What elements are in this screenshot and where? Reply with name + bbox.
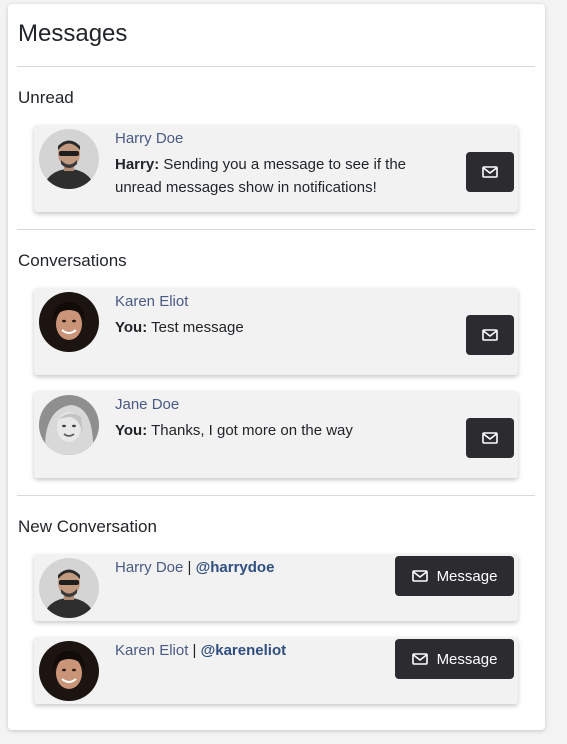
contact-handle[interactable]: @kareneliot xyxy=(201,642,287,659)
avatar xyxy=(39,641,99,701)
open-message-button[interactable] xyxy=(466,152,514,192)
section-title-unread: Unread xyxy=(18,88,74,107)
message-preview: You: Test message xyxy=(115,316,415,339)
contact-card: Karen Eliot | @kareneliot Message xyxy=(34,637,518,704)
message-button[interactable]: Message xyxy=(395,639,514,679)
message-preview: Harry: Sending you a message to see if t… xyxy=(115,153,415,199)
contact-name[interactable]: Karen Eliot xyxy=(115,293,188,310)
message-button[interactable]: Message xyxy=(395,556,514,596)
open-conversation-button[interactable] xyxy=(466,418,514,458)
sender-label: You: xyxy=(115,422,148,439)
contact-name[interactable]: Harry Doe xyxy=(115,559,183,576)
contact-name[interactable]: Karen Eliot xyxy=(115,642,188,659)
contact-name[interactable]: Jane Doe xyxy=(115,396,179,413)
conversation-card[interactable]: Karen Eliot You: Test message xyxy=(34,288,518,375)
message-button-label: Message xyxy=(436,567,498,585)
contact-card: Harry Doe | @harrydoe Message xyxy=(34,554,518,621)
message-text: Thanks, I got more on the way xyxy=(151,422,353,439)
section-title-new-conversation: New Conversation xyxy=(18,517,157,536)
envelope-icon xyxy=(411,570,428,582)
sender-label: Harry: xyxy=(115,156,160,173)
envelope-icon xyxy=(411,653,428,665)
message-preview: You: Thanks, I got more on the way xyxy=(115,419,415,442)
message-text: Sending you a message to see if the unre… xyxy=(115,156,407,196)
sender-label: You: xyxy=(115,319,148,336)
envelope-icon xyxy=(482,166,498,178)
conversation-card[interactable]: Jane Doe You: Thanks, I got more on the … xyxy=(34,391,518,478)
section-title-conversations: Conversations xyxy=(18,251,127,270)
contact-name-line: Karen Eliot | @kareneliot xyxy=(115,642,286,659)
separator: | xyxy=(187,559,192,576)
divider xyxy=(17,495,535,496)
avatar xyxy=(39,292,99,352)
avatar xyxy=(39,558,99,618)
contact-handle[interactable]: @harrydoe xyxy=(196,559,275,576)
divider xyxy=(17,66,535,67)
envelope-icon xyxy=(482,329,498,341)
message-button-label: Message xyxy=(436,650,498,668)
separator: | xyxy=(192,642,197,659)
messages-panel: Messages Unread Harry Doe Harry: Sending… xyxy=(8,4,545,730)
message-text: Test message xyxy=(151,319,244,336)
contact-name[interactable]: Harry Doe xyxy=(115,130,183,147)
panel-title: Messages xyxy=(18,20,128,47)
contact-name-line: Harry Doe | @harrydoe xyxy=(115,559,274,576)
avatar xyxy=(39,129,99,189)
envelope-icon xyxy=(482,432,498,444)
divider xyxy=(17,229,535,230)
open-conversation-button[interactable] xyxy=(466,315,514,355)
unread-message-card[interactable]: Harry Doe Harry: Sending you a message t… xyxy=(34,125,518,212)
avatar xyxy=(39,395,99,455)
